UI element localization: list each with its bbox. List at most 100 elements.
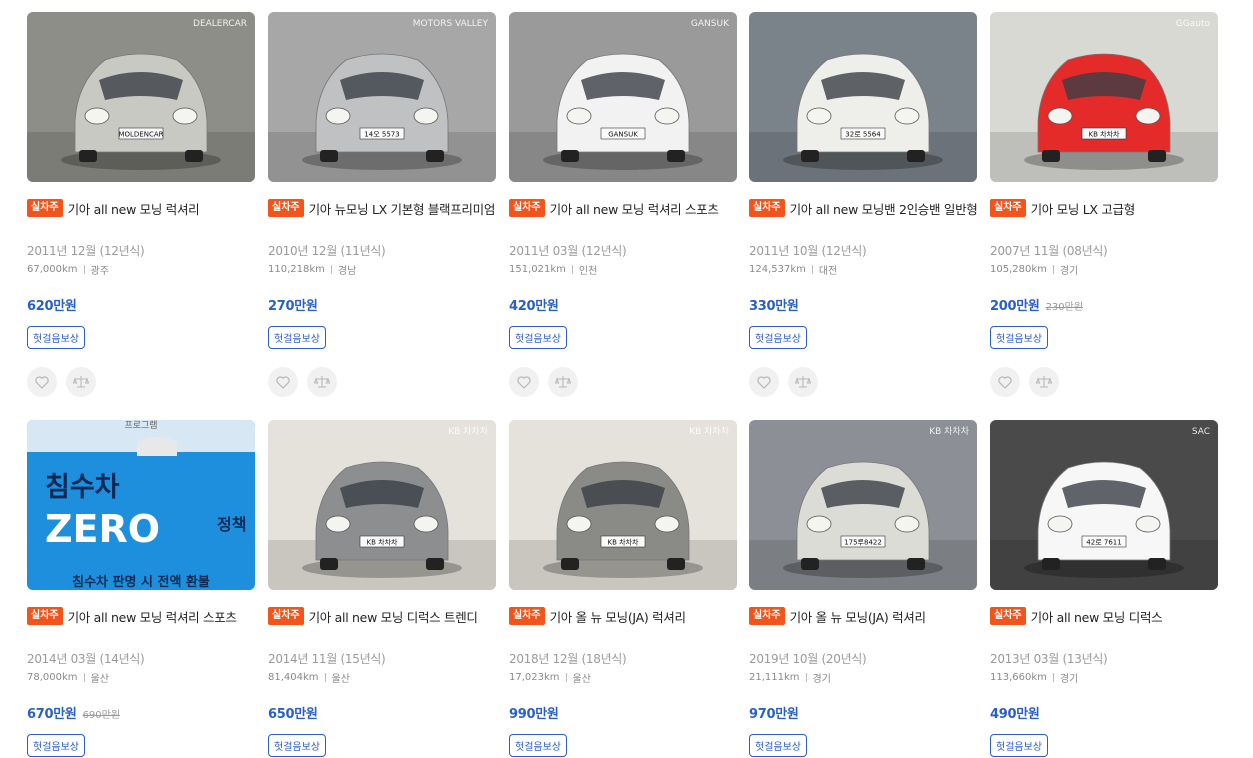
scale-icon — [555, 376, 571, 388]
owner-badge: 실차주 — [509, 199, 545, 217]
like-button[interactable] — [268, 367, 298, 397]
meta-divider — [565, 673, 567, 682]
car-meta: 105,280km 경기 — [990, 262, 1218, 277]
car-price: 990만원 — [509, 707, 559, 722]
car-title[interactable]: 기아 올 뉴 모닝(JA) 럭셔리 — [550, 607, 686, 626]
car-photo: KB 차차차 KB 차차차 — [268, 420, 496, 590]
car-mileage: 105,280km — [990, 264, 1047, 275]
compare-button[interactable] — [1029, 367, 1059, 397]
listing-card[interactable]: GANSUK GANSUK 실차주 기아 all new 모닝 럭셔리 스포츠 … — [509, 12, 737, 397]
car-year: 2010년 12월 (11년식) — [268, 244, 386, 258]
title-row: 실차주 기아 all new 모닝 럭셔리 — [27, 198, 255, 218]
listing-card[interactable]: 175루8422 KB 차차차 실차주 기아 올 뉴 모닝(JA) 럭셔리 20… — [749, 420, 977, 757]
owner-badge: 실차주 — [268, 607, 304, 625]
listing-grid: MOLDENCAR DEALERCAR 실차주 기아 all new 모닝 럭셔… — [0, 0, 1253, 758]
heart-icon — [517, 375, 531, 389]
like-button[interactable] — [509, 367, 539, 397]
car-mileage: 124,537km — [749, 264, 806, 275]
promo-bottom: 침수차 판명 시 전액 환불 — [72, 574, 210, 590]
car-thumbnail[interactable]: KB 차차차 KB 차차차 — [268, 420, 496, 590]
car-thumbnail[interactable]: 프로그램 침수차 ZERO 정책 침수차 판명 시 전액 환불 — [27, 420, 255, 590]
price-row: 330만원 — [749, 295, 977, 314]
car-title[interactable]: 기아 올 뉴 모닝(JA) 럭셔리 — [790, 607, 926, 626]
like-button[interactable] — [990, 367, 1020, 397]
listing-card[interactable]: 32로 5564 실차주 기아 all new 모닝밴 2인승밴 일반형 201… — [749, 12, 977, 397]
owner-badge: 실차주 — [749, 607, 785, 625]
car-mileage: 67,000km — [27, 264, 78, 275]
car-title[interactable]: 기아 뉴모닝 LX 기본형 블랙프리미엄 — [309, 199, 496, 218]
price-row: 620만원 — [27, 295, 255, 314]
photo-watermark: KB 차차차 — [929, 425, 969, 437]
compare-button[interactable] — [66, 367, 96, 397]
promo-image: 프로그램 침수차 ZERO 정책 침수차 판명 시 전액 환불 — [27, 420, 255, 590]
compare-button[interactable] — [548, 367, 578, 397]
compare-button[interactable] — [307, 367, 337, 397]
guarantee-badge[interactable]: 헛걸음보상 — [990, 734, 1048, 757]
compare-button[interactable] — [788, 367, 818, 397]
price-row: 670만원 690만원 — [27, 703, 255, 722]
listing-card[interactable]: MOLDENCAR DEALERCAR 실차주 기아 all new 모닝 럭셔… — [27, 12, 255, 397]
listing-card[interactable]: KB 차차차 KB 차차차 실차주 기아 올 뉴 모닝(JA) 럭셔리 2018… — [509, 420, 737, 757]
listing-card[interactable]: KB 차차차 KB 차차차 실차주 기아 all new 모닝 디럭스 트렌디 … — [268, 420, 496, 757]
listing-card[interactable]: 42로 7611 SAC 실차주 기아 all new 모닝 디럭스 2013년… — [990, 420, 1218, 757]
car-meta: 78,000km 울산 — [27, 670, 255, 685]
like-button[interactable] — [27, 367, 57, 397]
car-thumbnail[interactable]: KB 차차차 GGauto — [990, 12, 1218, 182]
car-title[interactable]: 기아 all new 모닝 럭셔리 스포츠 — [68, 607, 237, 626]
car-year: 2011년 10월 (12년식) — [749, 244, 867, 258]
guarantee-badge[interactable]: 헛걸음보상 — [749, 326, 807, 349]
owner-badge: 실차주 — [268, 199, 304, 217]
car-photo: 14오 5573 MOTORS VALLEY — [268, 12, 496, 182]
title-row: 실차주 기아 all new 모닝 럭셔리 스포츠 — [27, 606, 255, 626]
car-thumbnail[interactable]: KB 차차차 KB 차차차 — [509, 420, 737, 590]
photo-watermark: DEALERCAR — [193, 19, 247, 29]
car-thumbnail[interactable]: 32로 5564 — [749, 12, 977, 182]
car-mileage: 78,000km — [27, 672, 78, 683]
meta-divider — [1052, 265, 1054, 274]
guarantee-badge[interactable]: 헛걸음보상 — [27, 326, 85, 349]
card-actions — [27, 367, 255, 397]
heart-icon — [998, 375, 1012, 389]
car-title[interactable]: 기아 모닝 LX 고급형 — [1031, 199, 1136, 218]
car-year: 2019년 10월 (20년식) — [749, 652, 867, 666]
car-thumbnail[interactable]: MOLDENCAR DEALERCAR — [27, 12, 255, 182]
car-photo: 175루8422 KB 차차차 — [749, 420, 977, 590]
car-meta: 81,404km 울산 — [268, 670, 496, 685]
car-title[interactable]: 기아 all new 모닝 럭셔리 스포츠 — [550, 199, 719, 218]
guarantee-badge[interactable]: 헛걸음보상 — [509, 734, 567, 757]
car-thumbnail[interactable]: GANSUK GANSUK — [509, 12, 737, 182]
scale-icon — [314, 376, 330, 388]
title-row: 실차주 기아 all new 모닝 디럭스 트렌디 — [268, 606, 496, 626]
car-photo: KB 차차차 KB 차차차 — [509, 420, 737, 590]
car-price: 270만원 — [268, 299, 318, 314]
meta-divider — [324, 673, 326, 682]
guarantee-badge[interactable]: 헛걸음보상 — [27, 734, 85, 757]
car-title[interactable]: 기아 all new 모닝밴 2인승밴 일반형 — [790, 199, 977, 218]
car-thumbnail[interactable]: 14오 5573 MOTORS VALLEY — [268, 12, 496, 182]
promo-top-text: 프로그램 — [124, 420, 157, 431]
car-photo: 32로 5564 — [749, 12, 977, 182]
guarantee-badge[interactable]: 헛걸음보상 — [749, 734, 807, 757]
guarantee-badge[interactable]: 헛걸음보상 — [509, 326, 567, 349]
owner-badge: 실차주 — [990, 607, 1026, 625]
car-title[interactable]: 기아 all new 모닝 디럭스 트렌디 — [309, 607, 478, 626]
car-meta: 124,537km 대전 — [749, 262, 977, 277]
car-region: 경기 — [1059, 674, 1079, 685]
car-price: 970만원 — [749, 707, 799, 722]
car-thumbnail[interactable]: 42로 7611 SAC — [990, 420, 1218, 590]
listing-card[interactable]: 14오 5573 MOTORS VALLEY 실차주 기아 뉴모닝 LX 기본형… — [268, 12, 496, 397]
like-button[interactable] — [749, 367, 779, 397]
guarantee-badge[interactable]: 헛걸음보상 — [268, 326, 326, 349]
car-region: 인천 — [578, 266, 598, 277]
car-year: 2014년 03월 (14년식) — [27, 652, 145, 666]
car-region: 울산 — [331, 674, 350, 685]
meta-divider — [1052, 673, 1054, 682]
guarantee-badge[interactable]: 헛걸음보상 — [268, 734, 326, 757]
title-row: 실차주 기아 뉴모닝 LX 기본형 블랙프리미엄 — [268, 198, 496, 218]
listing-card[interactable]: KB 차차차 GGauto 실차주 기아 모닝 LX 고급형 2007년 11월… — [990, 12, 1218, 397]
car-title[interactable]: 기아 all new 모닝 럭셔리 — [68, 199, 200, 218]
car-thumbnail[interactable]: 175루8422 KB 차차차 — [749, 420, 977, 590]
guarantee-badge[interactable]: 헛걸음보상 — [990, 326, 1048, 349]
car-title[interactable]: 기아 all new 모닝 디럭스 — [1031, 607, 1163, 626]
listing-card[interactable]: 프로그램 침수차 ZERO 정책 침수차 판명 시 전액 환불 실차주 기아 a… — [27, 420, 255, 757]
